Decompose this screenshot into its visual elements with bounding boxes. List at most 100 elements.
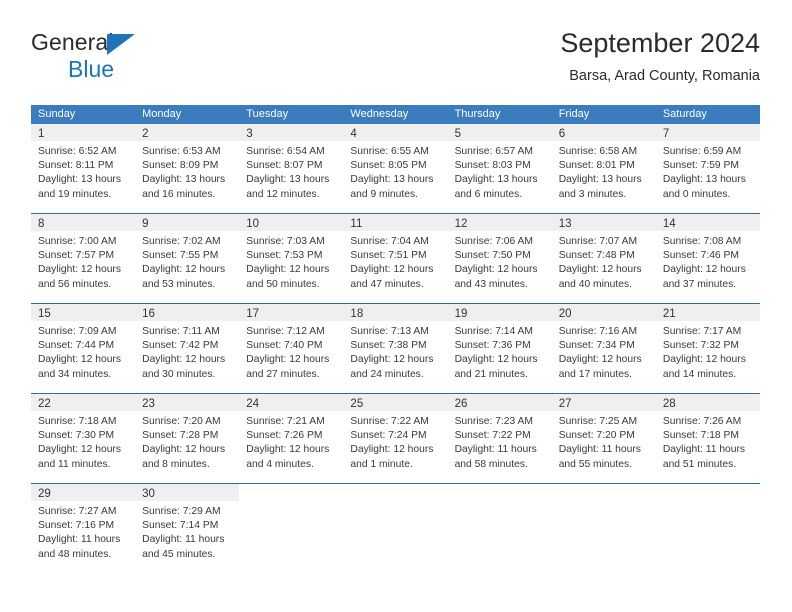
day-cell[interactable]: 17 Sunrise: 7:12 AM Sunset: 7:40 PM Dayligh… (239, 304, 344, 389)
day-cell[interactable]: 11 Sunrise: 7:04 AM Sunset: 7:51 PM Dayligh… (343, 214, 448, 299)
sunrise-text: Sunrise: 7:26 AM (662, 416, 742, 427)
day-cell[interactable]: 8 Sunrise: 7:00 AM Sunset: 7:57 PM Daylight… (31, 214, 136, 299)
day-cell[interactable]: 10 Sunrise: 7:03 AM Sunset: 7:53 PM Dayligh… (239, 214, 344, 299)
title-block: September 2024 Barsa, Arad County, Roman… (560, 26, 760, 86)
day-cell[interactable]: 29 Sunrise: 7:27 AM Sunset: 7:16 PM Dayligh… (31, 484, 136, 569)
day-number: 17 (246, 308, 260, 320)
day-details: Sunrise: 6:52 AM Sunset: 8:11 PM Daylight:… (31, 141, 135, 202)
day-number: 23 (142, 398, 155, 410)
sunset-text: Sunset: 8:01 PM (558, 160, 635, 172)
daylight-text-line2: and 51 minutes. (662, 458, 737, 470)
sunrise-text: Sunrise: 7:11 AM (142, 326, 220, 337)
weekday-header-row: Sunday Monday Tuesday Wednesday Thursday… (31, 105, 760, 124)
sunrise-text: Sunrise: 7:18 AM (38, 416, 117, 427)
day-cell[interactable]: 30 Sunrise: 7:29 AM Sunset: 7:14 PM Dayligh… (135, 484, 240, 569)
day-cell[interactable]: 21 Sunrise: 7:17 AM Sunset: 7:32 PM Dayligh… (655, 304, 760, 389)
sunset-text: Sunset: 7:38 PM (350, 340, 427, 352)
day-number: 30 (142, 488, 155, 500)
day-number-band: 27 (551, 394, 656, 411)
day-cell[interactable]: 3 Sunrise: 6:54 AM Sunset: 8:07 PM Daylight… (239, 124, 344, 209)
day-number-band: 29 (31, 484, 136, 501)
day-cell[interactable]: 27 Sunrise: 7:25 AM Sunset: 7:20 PM Dayligh… (551, 394, 656, 479)
day-number-band: 6 (551, 124, 656, 141)
day-cell[interactable]: 23 Sunrise: 7:20 AM Sunset: 7:28 PM Dayligh… (135, 394, 240, 479)
day-number: 7 (662, 128, 670, 140)
daylight-text-line1: Daylight: 12 hours (454, 354, 538, 366)
sunrise-text: Sunrise: 7:25 AM (558, 416, 638, 427)
daylight-text-line2: and 47 minutes. (350, 278, 424, 290)
daylight-text-line1: Daylight: 12 hours (38, 444, 121, 456)
day-details: Sunrise: 7:26 AM Sunset: 7:18 PM Daylight:… (656, 411, 760, 472)
day-cell[interactable]: 18 Sunrise: 7:13 AM Sunset: 7:38 PM Dayligh… (343, 304, 448, 389)
sunrise-text: Sunrise: 7:13 AM (350, 326, 429, 337)
day-cell[interactable]: 14 Sunrise: 7:08 AM Sunset: 7:46 PM Dayligh… (655, 214, 760, 299)
week-row: 22 Sunrise: 7:18 AM Sunset: 7:30 PM Dayligh… (31, 393, 760, 479)
day-cell[interactable]: 9 Sunrise: 7:02 AM Sunset: 7:55 PM Daylight… (135, 214, 240, 299)
brand-logo[interactable]: General Blue (31, 31, 241, 87)
sunset-text: Sunset: 8:03 PM (454, 160, 531, 172)
day-cell[interactable]: 22 Sunrise: 7:18 AM Sunset: 7:30 PM Dayligh… (31, 394, 136, 479)
day-cell[interactable]: 6 Sunrise: 6:58 AM Sunset: 8:01 PM Daylight… (551, 124, 656, 209)
day-number-band: 25 (343, 394, 448, 411)
day-cell[interactable]: 20 Sunrise: 7:16 AM Sunset: 7:34 PM Dayligh… (551, 304, 656, 389)
day-number: 11 (350, 218, 363, 230)
day-cell[interactable]: 13 Sunrise: 7:07 AM Sunset: 7:48 PM Dayligh… (551, 214, 656, 299)
week-row: 15 Sunrise: 7:09 AM Sunset: 7:44 PM Dayligh… (31, 303, 760, 389)
day-cell[interactable]: 16 Sunrise: 7:11 AM Sunset: 7:42 PM Dayligh… (135, 304, 240, 389)
sunset-text: Sunset: 8:07 PM (246, 160, 323, 172)
day-cell[interactable]: 24 Sunrise: 7:21 AM Sunset: 7:26 PM Dayligh… (239, 394, 344, 479)
sunrise-text: Sunrise: 7:20 AM (142, 416, 221, 427)
day-cell[interactable]: 25 Sunrise: 7:22 AM Sunset: 7:24 PM Dayligh… (343, 394, 448, 479)
day-details: Sunrise: 7:21 AM Sunset: 7:26 PM Daylight:… (239, 411, 343, 472)
day-number: 29 (38, 488, 51, 500)
sunrise-text: Sunrise: 7:29 AM (142, 506, 221, 517)
sunrise-text: Sunrise: 7:14 AM (454, 326, 533, 337)
day-cell[interactable]: 1 Sunrise: 6:52 AM Sunset: 8:11 PM Daylight… (31, 124, 136, 209)
day-cell[interactable]: 19 Sunrise: 7:14 AM Sunset: 7:36 PM Dayligh… (447, 304, 552, 389)
sunset-text: Sunset: 7:26 PM (246, 430, 323, 442)
sunrise-text: Sunrise: 7:07 AM (558, 236, 638, 247)
daylight-text-line1: Daylight: 12 hours (246, 354, 330, 366)
day-cell[interactable]: 4 Sunrise: 6:55 AM Sunset: 8:05 PM Daylight… (343, 124, 448, 209)
day-number-band: 26 (447, 394, 552, 411)
day-number: 19 (454, 308, 468, 320)
day-number: 24 (246, 398, 260, 410)
day-details: Sunrise: 7:18 AM Sunset: 7:30 PM Daylight:… (31, 411, 135, 472)
daylight-text-line1: Daylight: 12 hours (558, 354, 642, 366)
day-cell[interactable]: 2 Sunrise: 6:53 AM Sunset: 8:09 PM Daylight… (135, 124, 240, 209)
day-cell[interactable]: 7 Sunrise: 6:59 AM Sunset: 7:59 PM Daylight… (655, 124, 760, 209)
day-number-band: 17 (239, 304, 344, 321)
day-details: Sunrise: 7:08 AM Sunset: 7:46 PM Daylight:… (656, 231, 760, 292)
daylight-text-line1: Daylight: 13 hours (246, 174, 330, 186)
day-cell[interactable]: 12 Sunrise: 7:06 AM Sunset: 7:50 PM Dayligh… (447, 214, 552, 299)
sunset-text: Sunset: 7:34 PM (558, 340, 635, 352)
day-cell[interactable]: 15 Sunrise: 7:09 AM Sunset: 7:44 PM Dayligh… (31, 304, 136, 389)
sunrise-text: Sunrise: 7:09 AM (38, 326, 117, 337)
sunset-text: Sunset: 7:42 PM (142, 340, 219, 352)
day-number-band: 1 (31, 124, 136, 141)
daylight-text-line1: Daylight: 12 hours (246, 444, 330, 456)
day-cell-empty (239, 484, 344, 569)
week-row: 8 Sunrise: 7:00 AM Sunset: 7:57 PM Daylight… (31, 213, 760, 299)
daylight-text-line2: and 8 minutes. (142, 458, 210, 470)
sunrise-text: Sunrise: 7:21 AM (246, 416, 325, 427)
sunset-text: Sunset: 7:59 PM (662, 160, 739, 172)
day-cell-empty (343, 484, 448, 569)
sunset-text: Sunset: 7:51 PM (350, 250, 427, 262)
day-cell[interactable]: 28 Sunrise: 7:26 AM Sunset: 7:18 PM Dayligh… (655, 394, 760, 479)
day-details: Sunrise: 7:00 AM Sunset: 7:57 PM Daylight:… (31, 231, 135, 292)
day-details: Sunrise: 7:27 AM Sunset: 7:16 PM Daylight:… (31, 501, 135, 562)
day-number-band: 11 (343, 214, 448, 231)
day-number-band (552, 484, 656, 501)
day-number-band: 9 (135, 214, 240, 231)
day-cell[interactable]: 5 Sunrise: 6:57 AM Sunset: 8:03 PM Daylight… (447, 124, 552, 209)
sunset-text: Sunset: 7:28 PM (142, 430, 219, 442)
daylight-text-line2: and 50 minutes. (246, 278, 320, 290)
weekday-header-wednesday: Wednesday (350, 108, 409, 120)
daylight-text-line1: Daylight: 12 hours (142, 354, 226, 366)
day-details: Sunrise: 7:29 AM Sunset: 7:14 PM Daylight:… (135, 501, 239, 562)
daylight-text-line2: and 3 minutes. (558, 188, 627, 200)
day-cell[interactable]: 26 Sunrise: 7:23 AM Sunset: 7:22 PM Dayligh… (447, 394, 552, 479)
daylight-text-line1: Daylight: 12 hours (142, 444, 226, 456)
day-number-band: 12 (447, 214, 552, 231)
